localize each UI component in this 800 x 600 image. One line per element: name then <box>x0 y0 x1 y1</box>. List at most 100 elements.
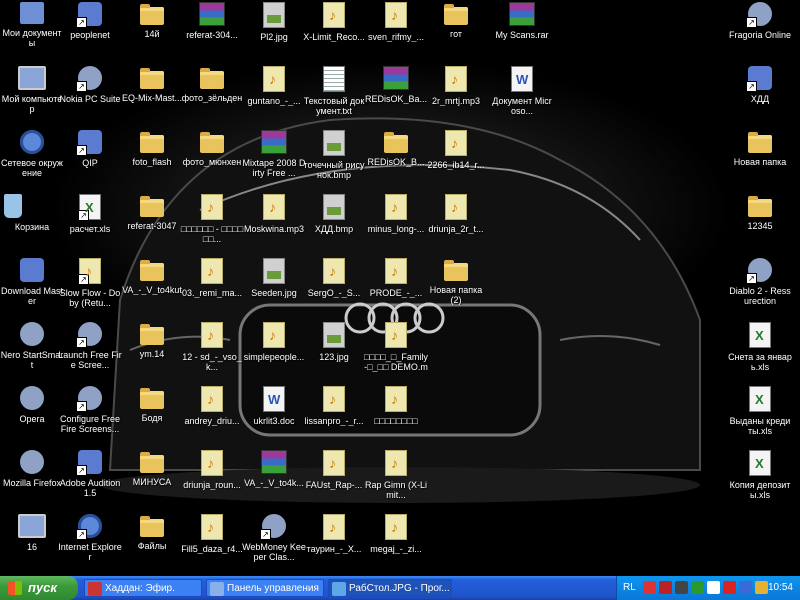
taskbar-button-image-viewer[interactable]: РабСтол.JPG - Прог... <box>328 579 452 597</box>
desktop-icon[interactable]: точечный рисунок.bmp <box>302 130 366 188</box>
desktop-icon[interactable]: Launch Free Fire Scree... <box>58 322 122 380</box>
desktop-icon[interactable]: 12 - sd_-_vso_k... <box>180 322 244 380</box>
desktop-icon[interactable]: driunja_roun... <box>180 450 244 508</box>
desktop-icon[interactable]: driunja_2r_t... <box>424 194 488 252</box>
desktop-icon[interactable]: Nokia PC Suite <box>58 66 122 124</box>
desktop-icon[interactable]: Adobe Audition 1.5 <box>58 450 122 508</box>
desktop-icon[interactable]: □□□□_□_Family-□_□□ DEMO.mp3 <box>364 322 428 380</box>
haddan-tray-icon[interactable] <box>659 581 672 594</box>
volume-tray-icon[interactable] <box>707 581 720 594</box>
desktop-icon[interactable]: Seeden.jpg <box>242 258 306 316</box>
desktop-icon[interactable]: simplepeople... <box>242 322 306 380</box>
desktop-icon[interactable]: 2266_ib14_r... <box>424 130 488 188</box>
desktop-icon[interactable]: 14й <box>120 2 184 60</box>
folder-icon <box>200 68 224 89</box>
desktop-icon[interactable]: Mozilla Firefox <box>0 450 64 508</box>
desktop-icon[interactable]: фото_зёльден <box>180 66 244 124</box>
desktop-icon[interactable]: Корзина <box>0 194 64 252</box>
desktop-icon[interactable]: Fill5_daza_r4... <box>180 514 244 572</box>
desktop-icon[interactable]: EQ-Mix-Mast... <box>120 66 184 124</box>
desktop-icon[interactable]: Файлы <box>120 514 184 572</box>
desktop-icon[interactable]: МИНУСА <box>120 450 184 508</box>
desktop-icon[interactable]: andrey_driu... <box>180 386 244 444</box>
desktop-icon[interactable]: REDisOK_B... <box>364 130 428 188</box>
taskbar-button-haddan[interactable]: Хаддан: Эфир. <box>84 579 202 597</box>
desktop-icon[interactable]: Сетевое окружение <box>0 130 64 188</box>
desktop-icon[interactable]: 12345 <box>728 194 792 252</box>
desktop-icon[interactable]: 16 <box>0 514 64 572</box>
desktop-icon[interactable]: Копия депозиты.xls <box>728 450 792 508</box>
desktop-icon[interactable]: фото_мюнхен <box>180 130 244 188</box>
desktop-icon[interactable]: peoplenet <box>58 2 122 60</box>
desktop[interactable]: Мои документы Мой компьютер Сетевое окруже… <box>0 0 800 576</box>
desktop-icon[interactable]: My Scans.rar <box>490 2 554 60</box>
desktop-icon[interactable]: расчет.xls <box>58 194 122 252</box>
desktop-icon[interactable]: Бодя <box>120 386 184 444</box>
desktop-icon[interactable]: Rap Gimn (X-Limit... <box>364 450 428 508</box>
desktop-icon[interactable]: Снета за январь.xls <box>728 322 792 380</box>
desktop-icon[interactable]: lissanpro_-_r... <box>302 386 366 444</box>
desktop-icon[interactable]: FAUst_Rap-... <box>302 450 366 508</box>
desktop-icon[interactable]: 03._remi_ma... <box>180 258 244 316</box>
gen-icon <box>20 386 44 410</box>
desktop-icon[interactable]: Nero StartSmart <box>0 322 64 380</box>
desktop-icon[interactable]: sven_rifmy_... <box>364 2 428 60</box>
desktop-icon[interactable]: referat-3047 <box>120 194 184 252</box>
desktop-icon[interactable]: ym.14 <box>120 322 184 380</box>
desktop-icon[interactable]: Internet Explorer <box>58 514 122 572</box>
desktop-icon[interactable]: Moskwina.mp3 <box>242 194 306 252</box>
desktop-icon[interactable]: VA_-_V_to4k... <box>242 450 306 508</box>
clock[interactable]: 10:54 <box>768 582 793 593</box>
windows-logo-icon <box>8 581 22 595</box>
desktop-icon[interactable]: Slow Flow - Doby (Retu... <box>58 258 122 316</box>
qip-tray-icon[interactable] <box>691 581 704 594</box>
desktop-icon[interactable]: Новая папка <box>728 130 792 188</box>
desktop-icon[interactable]: 2r_mrtj.mp3 <box>424 66 488 124</box>
desktop-icon[interactable]: ХДД <box>728 66 792 124</box>
desktop-icon-label: Nero StartSmart <box>0 350 64 370</box>
desktop-icon[interactable]: □□□□□□ - □□□□ □□... <box>180 194 244 252</box>
desktop-icon[interactable]: ХДД.bmp <box>302 194 366 252</box>
desktop-icon[interactable]: QIP <box>58 130 122 188</box>
desktop-icon[interactable]: PRODE_-_... <box>364 258 428 316</box>
desktop-icon[interactable]: таурин_-_X... <box>302 514 366 572</box>
messenger-tray-icon[interactable] <box>755 581 768 594</box>
desktop-icon[interactable]: guntano_-_... <box>242 66 306 124</box>
taskbar-button-control-panel[interactable]: Панель управления <box>206 579 324 597</box>
desktop-icon[interactable]: Новая папка (2) <box>424 258 488 316</box>
desktop-icon[interactable]: Diablo 2 - Ressurection <box>728 258 792 316</box>
desktop-icon-label: ukrlit3.doc <box>253 416 295 426</box>
desktop-icon[interactable]: Выданы кредиты.xls <box>728 386 792 444</box>
desktop-icon[interactable]: Документ Microso... <box>490 66 554 124</box>
language-indicator[interactable]: RL <box>623 582 636 593</box>
desktop-icon[interactable]: minus_long-... <box>364 194 428 252</box>
desktop-icon[interactable]: X-Limit_Reco... <box>302 2 366 60</box>
desktop-icon[interactable]: Download Master <box>0 258 64 316</box>
desktop-icon[interactable]: VA_-_V_to4kut <box>120 258 184 316</box>
app-tray-icon[interactable] <box>675 581 688 594</box>
desktop-icon[interactable]: □□□□□□□□ <box>364 386 428 444</box>
desktop-icon[interactable]: Мои документы <box>0 2 64 60</box>
antivirus-tray-icon[interactable] <box>643 581 656 594</box>
desktop-icon[interactable]: foto_flash <box>120 130 184 188</box>
desktop-icon[interactable]: Configure Free Fire Screens... <box>58 386 122 444</box>
folder-icon <box>140 452 164 473</box>
desktop-icon[interactable]: megaj_-_zi... <box>364 514 428 572</box>
desktop-icon[interactable]: гот <box>424 2 488 60</box>
ati-tray-icon[interactable] <box>723 581 736 594</box>
desktop-icon[interactable]: Текстовый документ.txt <box>302 66 366 124</box>
desktop-icon[interactable]: ukrlit3.doc <box>242 386 306 444</box>
mp3-icon <box>323 258 345 284</box>
desktop-icon[interactable]: SergO_-_S... <box>302 258 366 316</box>
desktop-icon[interactable]: Mixtape 2008 Dirty Free ... <box>242 130 306 188</box>
desktop-icon[interactable]: 123.jpg <box>302 322 366 380</box>
desktop-icon[interactable]: Pl2.jpg <box>242 2 306 60</box>
desktop-icon[interactable]: referat-304... <box>180 2 244 60</box>
desktop-icon[interactable]: Fragoria Online <box>728 2 792 60</box>
desktop-icon[interactable]: Мой компьютер <box>0 66 64 124</box>
network-tray-icon[interactable] <box>739 581 752 594</box>
start-button[interactable]: пуск <box>0 576 78 600</box>
desktop-icon[interactable]: REDisOK_Ba... <box>364 66 428 124</box>
desktop-icon[interactable]: WebMoney Keeper Clas... <box>242 514 306 572</box>
desktop-icon[interactable]: Opera <box>0 386 64 444</box>
